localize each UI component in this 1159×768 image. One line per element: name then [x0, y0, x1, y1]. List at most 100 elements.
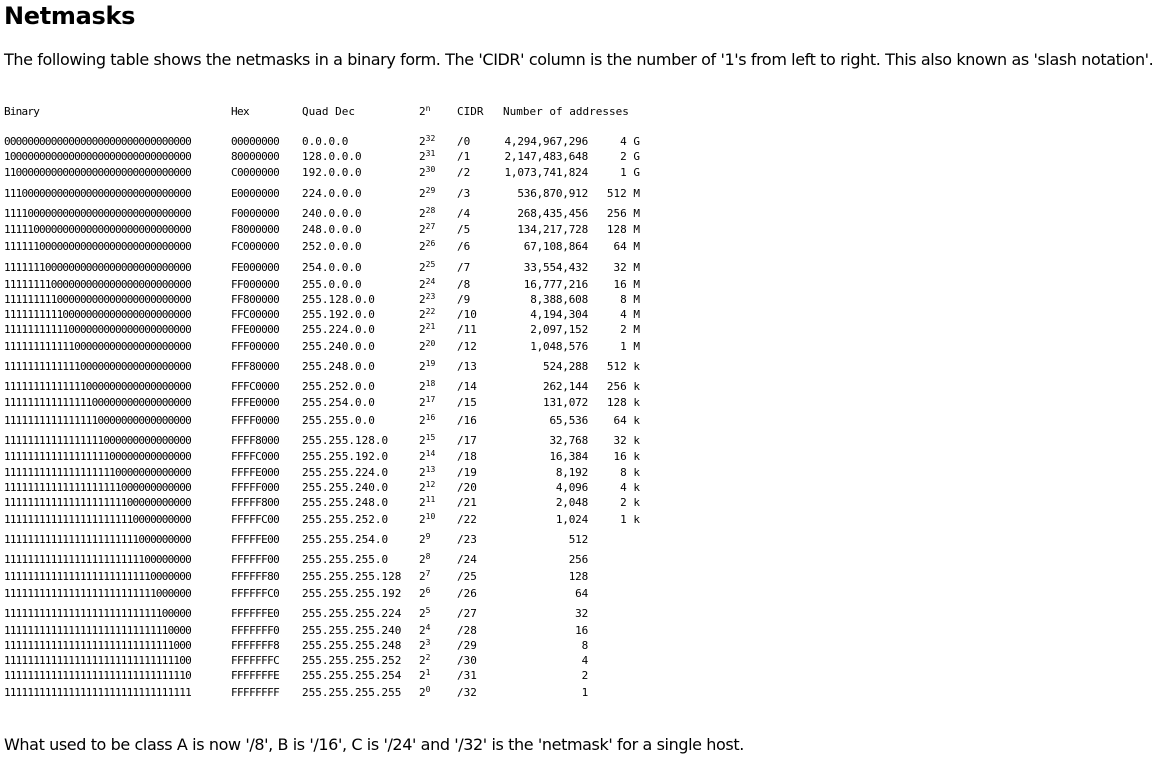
cidr-cell: /28: [457, 624, 477, 637]
cidr-cell: /32: [457, 686, 477, 699]
power-cell: 212: [419, 481, 435, 495]
power-cell: 231: [419, 150, 435, 164]
hex-cell: FFF80000: [231, 360, 280, 373]
quad-dec-cell: 255.240.0.0: [302, 340, 375, 353]
outro-paragraph: What used to be class A is now '/8', B i…: [4, 735, 744, 754]
power-cell: 220: [419, 340, 435, 354]
address-count-cell: 32,768: [549, 434, 588, 447]
power-cell: 228: [419, 206, 436, 221]
power-base: 2: [419, 481, 426, 494]
address-size-cell: 64 M: [613, 240, 641, 253]
power-cell: 214: [419, 450, 435, 464]
quad-dec-cell: 255.255.248.0: [302, 496, 389, 509]
address-size-cell: 2 G: [620, 150, 640, 163]
cidr-cell: /7: [457, 261, 471, 274]
cidr-cell: /14: [457, 380, 477, 393]
binary-cell: 11111111000000000000000000000000: [4, 278, 192, 291]
power-base: 2: [419, 570, 426, 583]
power-exponent: 10: [425, 512, 436, 521]
hex-cell: FFFFFFC0: [231, 587, 280, 600]
quad-dec-cell: 0.0.0.0: [302, 135, 349, 148]
power-cell: 28: [419, 553, 430, 567]
header-quad-dec: Quad Dec: [302, 105, 355, 118]
hex-cell: 00000000: [231, 135, 280, 148]
address-size-cell: 4 M: [620, 308, 640, 321]
page-title: Netmasks: [4, 2, 136, 30]
quad-dec-cell: 255.128.0.0: [302, 293, 375, 306]
power-cell: 232: [419, 134, 436, 149]
binary-cell: 11111111110000000000000000000000: [4, 308, 192, 321]
address-count-cell: 536,870,912: [517, 187, 588, 200]
power-exponent: 25: [425, 260, 436, 269]
address-size-cell: 16 M: [613, 278, 641, 291]
quad-dec-cell: 248.0.0.0: [302, 223, 362, 236]
hex-cell: FFFFC000: [231, 450, 280, 463]
address-count-cell: 134,217,728: [517, 223, 588, 236]
power-exponent: 32: [425, 134, 436, 143]
binary-cell: 11111111111110000000000000000000: [4, 360, 192, 373]
power-base: 2: [419, 223, 426, 236]
power-base: 2: [419, 166, 426, 179]
cidr-cell: /1: [457, 150, 471, 163]
binary-cell: 11111111111111111111110000000000: [4, 513, 192, 526]
intro-paragraph: The following table shows the netmasks i…: [4, 50, 1154, 69]
power-base: 2: [419, 293, 426, 306]
quad-dec-cell: 255.255.255.128: [302, 570, 402, 583]
binary-cell: 11111111111111100000000000000000: [4, 396, 192, 409]
quad-dec-cell: 128.0.0.0: [302, 150, 362, 163]
power-exponent: 15: [425, 433, 436, 442]
address-count-cell: 2,097,152: [530, 323, 588, 336]
cidr-cell: /16: [457, 414, 477, 427]
hex-cell: FFFF8000: [231, 434, 280, 447]
power-base: 2: [419, 587, 426, 600]
power-cell: 26: [419, 587, 430, 601]
cidr-cell: /10: [457, 308, 477, 321]
binary-cell: 11111111111111111111111111111111: [4, 686, 192, 699]
cidr-cell: /0: [457, 135, 471, 148]
power-base: 2: [419, 434, 426, 447]
cidr-cell: /12: [457, 340, 477, 353]
cidr-cell: /24: [457, 553, 477, 566]
header-power-exponent: n: [425, 104, 431, 113]
address-count-cell: 33,554,432: [523, 261, 588, 274]
power-base: 2: [419, 450, 426, 463]
quad-dec-cell: 255.255.252.0: [302, 513, 389, 526]
power-cell: 217: [419, 396, 435, 410]
address-count-cell: 2,147,483,648: [504, 150, 589, 163]
quad-dec-cell: 255.255.255.252: [302, 654, 402, 667]
address-size-cell: 1 M: [620, 340, 640, 353]
hex-cell: FFFFFFFF: [231, 686, 280, 699]
cidr-cell: /11: [457, 323, 477, 336]
cidr-cell: /5: [457, 223, 471, 236]
power-base: 2: [419, 624, 426, 637]
binary-cell: 11111111111111111111111111000000: [4, 587, 192, 600]
address-size-cell: 32 M: [613, 261, 641, 274]
power-cell: 227: [419, 223, 435, 237]
header-binary: Binary: [4, 105, 40, 118]
power-cell: 222: [419, 308, 435, 322]
hex-cell: FFE00000: [231, 323, 280, 336]
power-exponent: 7: [425, 569, 431, 578]
power-exponent: 28: [425, 206, 436, 215]
power-cell: 21: [419, 669, 430, 683]
power-base: 2: [419, 150, 426, 163]
address-size-cell: 32 k: [613, 434, 641, 447]
binary-cell: 11100000000000000000000000000000: [4, 187, 192, 200]
quad-dec-cell: 255.255.255.0: [302, 553, 389, 566]
cidr-cell: /17: [457, 434, 477, 447]
cidr-cell: /9: [457, 293, 471, 306]
binary-cell: 00000000000000000000000000000000: [4, 135, 192, 148]
address-size-cell: 16 k: [613, 450, 641, 463]
power-cell: 219: [419, 360, 435, 374]
quad-dec-cell: 255.255.240.0: [302, 481, 389, 494]
binary-cell: 11111100000000000000000000000000: [4, 240, 192, 253]
power-base: 2: [419, 278, 426, 291]
hex-cell: FFFFF000: [231, 481, 280, 494]
binary-cell: 11000000000000000000000000000000: [4, 166, 192, 179]
address-count-cell: 4,194,304: [530, 308, 588, 321]
power-cell: 225: [419, 260, 436, 275]
power-base: 2: [419, 261, 426, 274]
power-base: 2: [419, 396, 426, 409]
binary-cell: 11111111111111000000000000000000: [4, 380, 192, 393]
hex-cell: FFFC0000: [231, 380, 280, 393]
